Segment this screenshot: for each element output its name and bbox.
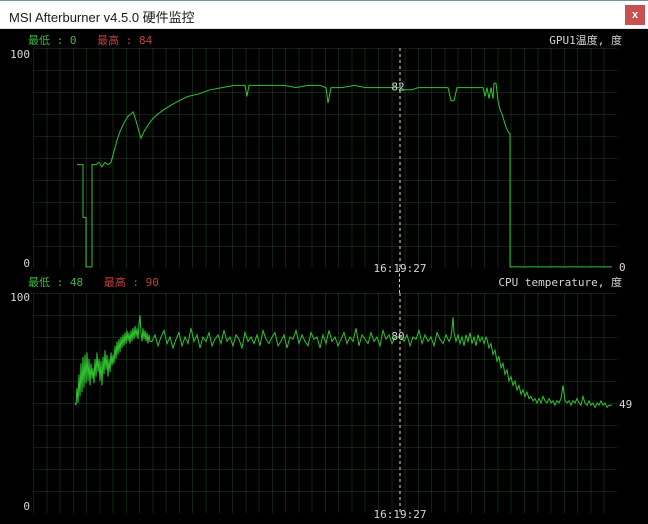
marker-value-label: 82	[391, 81, 404, 94]
gpu-temp-line-chart: 82	[33, 48, 617, 268]
cpu-min-stat: 最低 : 48	[28, 276, 83, 289]
cpu-stats: 最低 : 48 最高 : 90	[28, 274, 159, 290]
afterburner-hardware-monitor-window: MSI Afterburner v4.5.0 硬件监控 x 最低 : 0 最高 …	[0, 0, 648, 524]
gpu-current-value-label: 0	[619, 261, 647, 274]
gpu-y-axis-min: 0	[0, 257, 30, 270]
gpu-stats: 最低 : 0 最高 : 84	[28, 32, 152, 48]
series-line	[77, 83, 612, 267]
cpu-series-name: CPU temperature, 度	[498, 274, 622, 290]
titlebar[interactable]: MSI Afterburner v4.5.0 硬件监控 x	[0, 1, 648, 29]
cpu-temp-line-chart: 80	[33, 293, 617, 513]
marker-value-label: 80	[391, 330, 404, 343]
cpu-max-stat: 最高 : 90	[104, 276, 159, 289]
close-icon: x	[632, 9, 638, 21]
cpu-y-axis-min: 0	[0, 500, 30, 513]
cpu-current-value-label: 49	[619, 398, 647, 411]
window-title: MSI Afterburner v4.5.0 硬件监控	[9, 7, 195, 26]
cpu-graph-header: 最低 : 48 最高 : 90 CPU temperature, 度	[0, 274, 648, 288]
gpu-graph-header: 最低 : 0 最高 : 84 GPU1温度, 度	[0, 32, 648, 46]
gpu-series-name: GPU1温度, 度	[549, 32, 622, 48]
cpu-marker-timestamp: 16:19:27	[352, 509, 448, 521]
cpu-y-axis-max: 100	[0, 291, 30, 304]
monitor-area: 最低 : 0 最高 : 84 GPU1温度, 度 100 82 0 0 16:1…	[0, 29, 648, 524]
gpu-y-axis-max: 100	[0, 48, 30, 61]
close-button[interactable]: x	[625, 5, 645, 25]
series-line	[75, 315, 612, 407]
gpu-min-stat: 最低 : 0	[28, 34, 77, 47]
gpu-max-stat: 最高 : 84	[97, 34, 152, 47]
cpu-temp-graph[interactable]: 80	[33, 293, 617, 513]
gpu-temp-graph[interactable]: 82	[33, 48, 617, 268]
